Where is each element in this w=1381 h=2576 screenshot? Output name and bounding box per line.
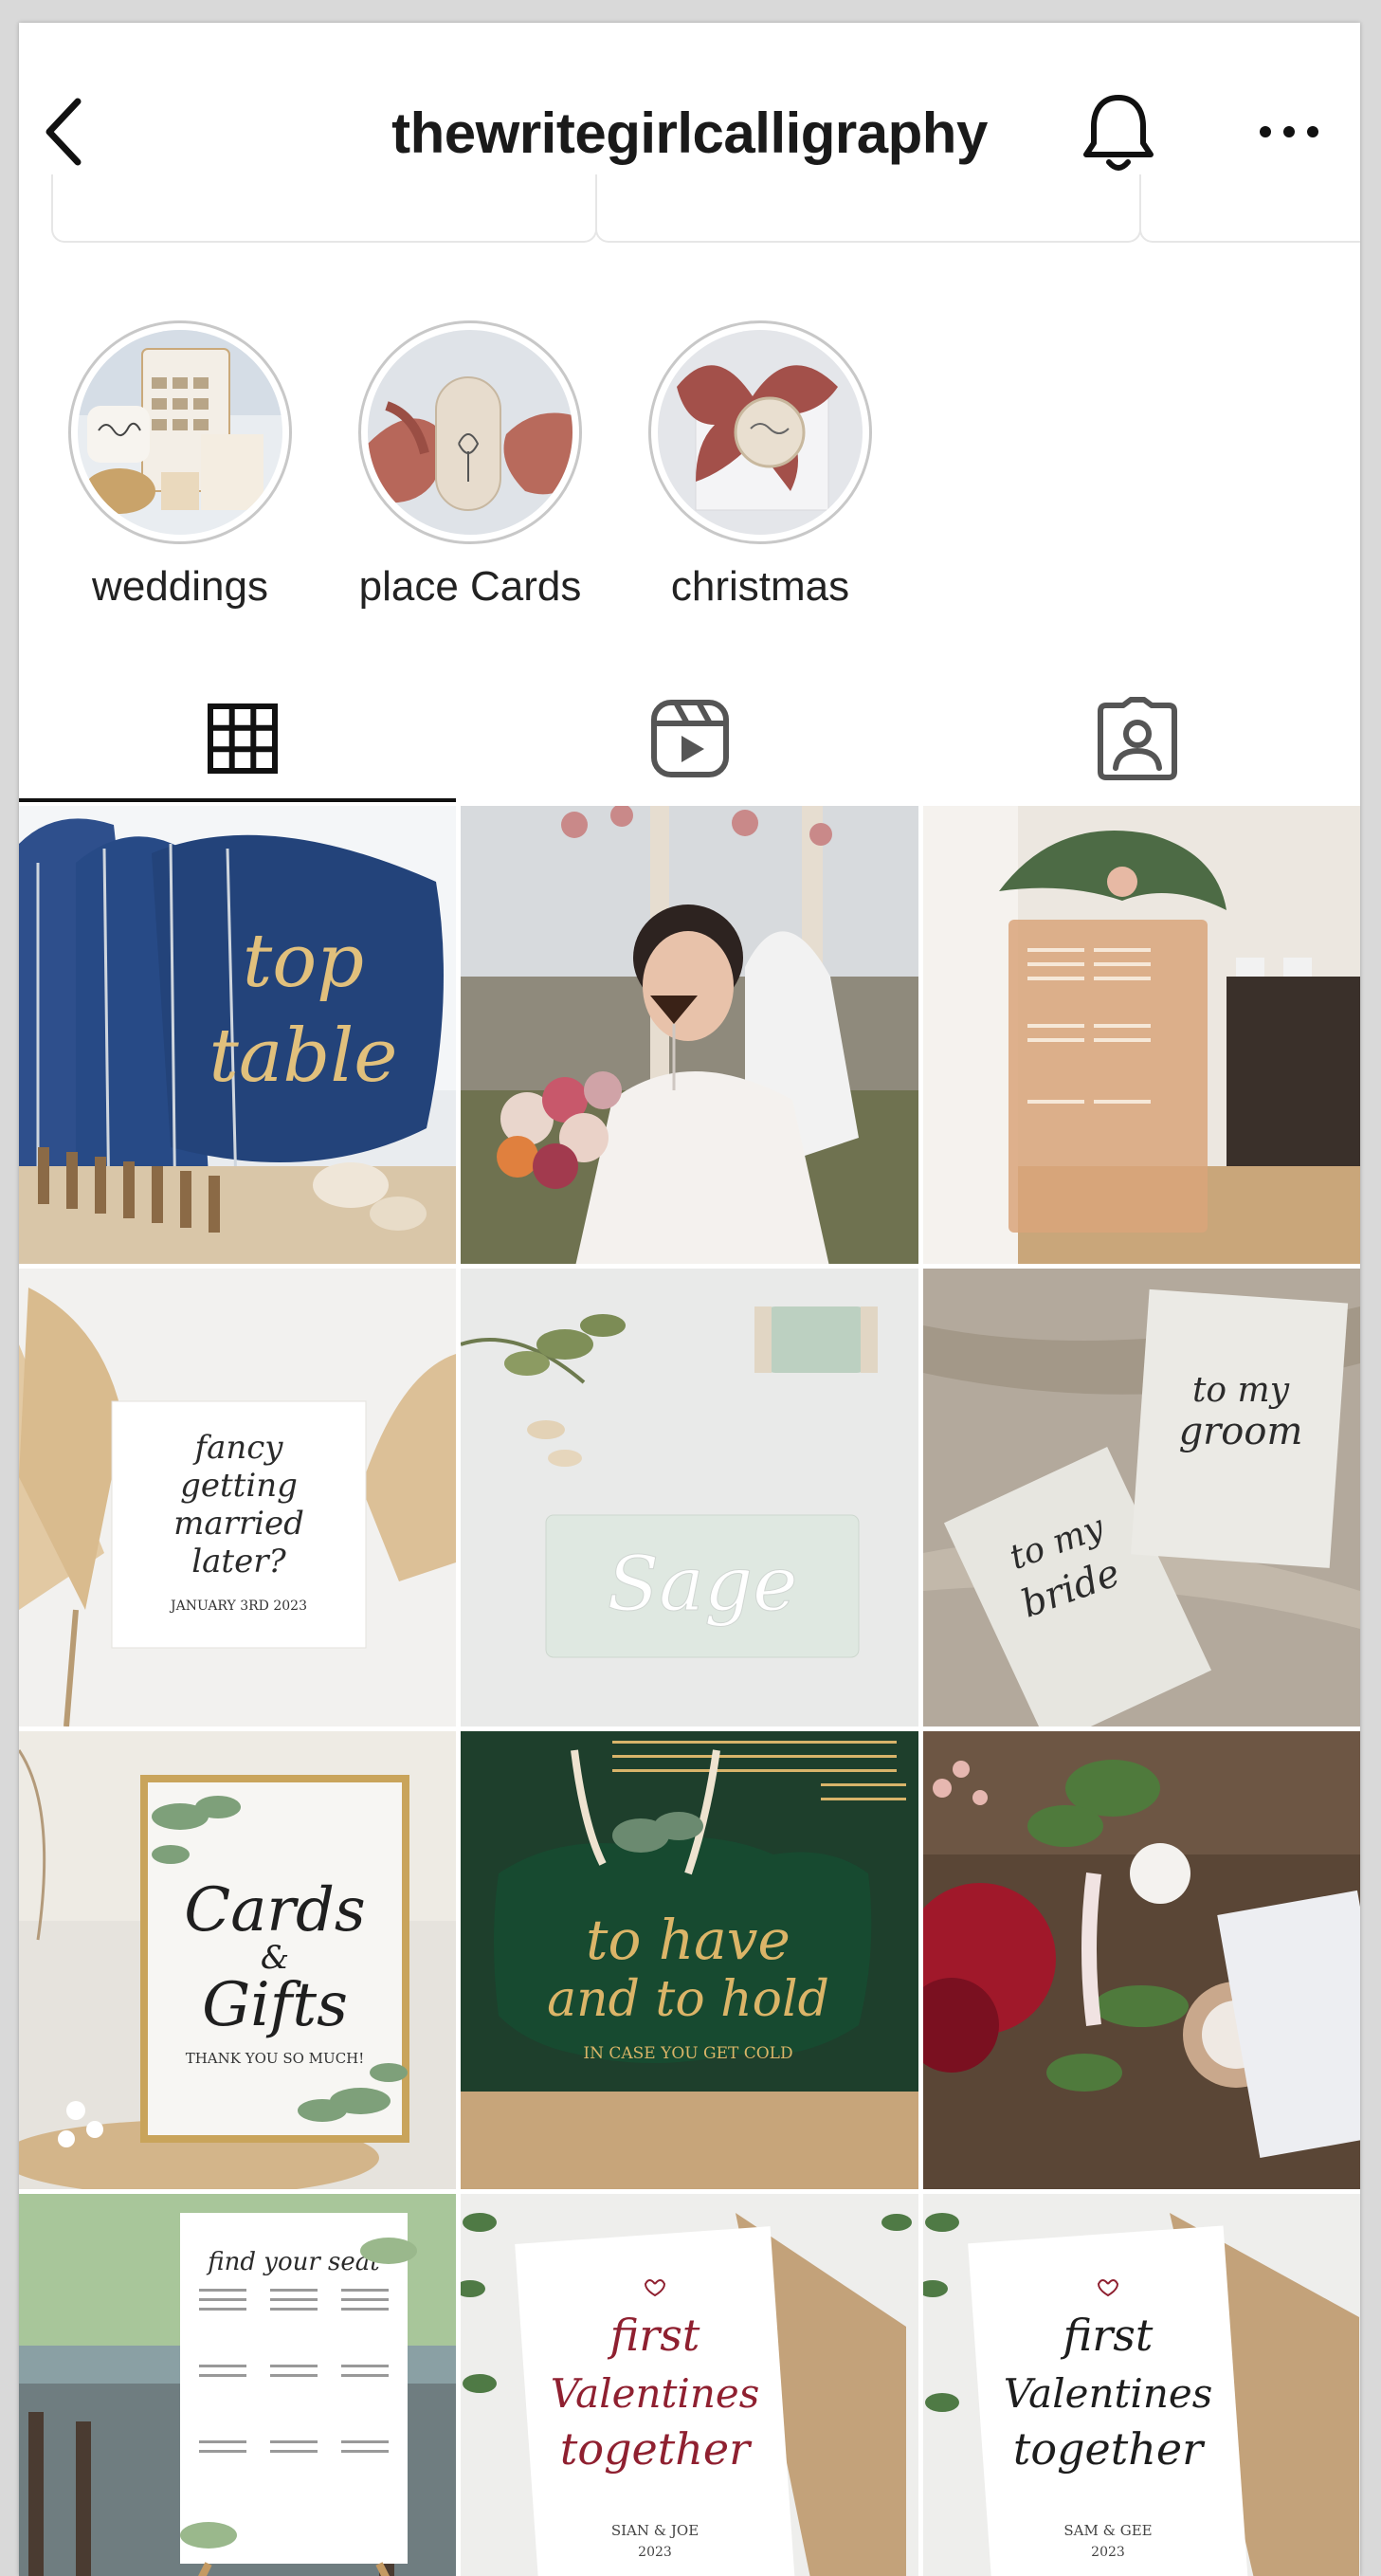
post-text: find your seat [206, 2248, 380, 2276]
tab-posts-grid[interactable] [19, 677, 465, 800]
post-to-my-bride-groom[interactable]: to my bride to my groom [923, 1269, 1360, 1726]
reels-icon [650, 700, 729, 777]
tab-reels[interactable] [466, 677, 913, 800]
post-find-your-seat[interactable]: find your seat [19, 2194, 456, 2576]
post-fancy-getting-married[interactable]: fancy getting married later? JANUARY 3RD… [19, 1269, 456, 1726]
highlight-thumbnail [368, 330, 572, 535]
more-options-button[interactable] [1242, 99, 1336, 165]
post-text: table [209, 1014, 398, 1099]
highlight-label: weddings [92, 563, 268, 610]
tab-tagged[interactable] [914, 677, 1360, 800]
profile-tabs [19, 677, 1360, 800]
highlight-ring [648, 320, 872, 544]
post-text: and to hold [547, 1971, 829, 2028]
post-text: SAM & GEE [1063, 2522, 1152, 2539]
post-first-valentines-black[interactable]: first Valentines together SAM & GEE 2023 [923, 2194, 1360, 2576]
post-text: to have [586, 1908, 790, 1972]
post-sage-place-card[interactable]: Sage [461, 1269, 918, 1726]
post-text: THANK YOU SO MUCH! [186, 2050, 365, 2067]
suggested-card[interactable] [51, 174, 597, 243]
post-cards-and-gifts[interactable]: Cards & Gifts THANK YOU SO MUCH! [19, 1731, 456, 2189]
tagged-icon [1097, 697, 1177, 780]
grid-icon [207, 703, 278, 774]
post-text: 2023 [638, 2545, 672, 2560]
post-text: IN CASE YOU GET COLD [583, 2044, 792, 2063]
post-flowers-ring-box[interactable] [923, 1731, 1360, 2189]
post-text: fancy [191, 1429, 283, 1467]
post-text: JANUARY 3RD 2023 [169, 1599, 307, 1614]
active-tab-indicator [19, 798, 456, 802]
more-horizontal-icon [1260, 126, 1318, 137]
post-text: first [1061, 2310, 1154, 2361]
highlight-christmas[interactable]: christmas [627, 298, 893, 620]
post-text: 2023 [1091, 2545, 1125, 2560]
post-text: getting [180, 1467, 298, 1505]
post-text: to my [1192, 1371, 1290, 1410]
posts-grid: top table fancy getting married later? J… [19, 806, 1360, 2576]
suggested-card[interactable] [595, 174, 1141, 243]
post-bride-espresso[interactable] [461, 806, 918, 1264]
post-text: first [608, 2310, 700, 2361]
profile-screen: thewritegirlcalligraphy weddings place C… [19, 23, 1360, 2576]
post-text: together [560, 2423, 753, 2475]
post-text: top [243, 919, 364, 1004]
post-text: later? [191, 1543, 286, 1580]
post-to-have-and-to-hold[interactable]: to have and to hold IN CASE YOU GET COLD [461, 1731, 918, 2189]
post-text: together [1013, 2423, 1206, 2475]
highlight-ring [68, 320, 292, 544]
story-highlights: weddings place Cards christmas [19, 298, 1360, 620]
highlight-place-cards[interactable]: place Cards [337, 298, 603, 620]
notifications-button[interactable] [1071, 85, 1166, 180]
highlight-thumbnail [658, 330, 863, 535]
highlight-thumbnail [78, 330, 282, 535]
post-top-table[interactable]: top table [19, 806, 456, 1264]
post-text: Valentines [551, 2370, 760, 2417]
post-text: Sage [607, 1540, 797, 1628]
post-first-valentines-burgundy[interactable]: first Valentines together SIAN & JOE 202… [461, 2194, 918, 2576]
post-text: married [173, 1505, 304, 1543]
post-text: Cards [184, 1875, 366, 1946]
suggested-card[interactable] [1139, 174, 1360, 243]
highlight-label: christmas [670, 563, 850, 610]
post-seating-plan-acrylic[interactable] [923, 806, 1360, 1264]
post-text: groom [1179, 1410, 1303, 1453]
post-text: Gifts [202, 1970, 348, 2040]
highlight-weddings[interactable]: weddings [47, 298, 313, 620]
post-text: SIAN & JOE [611, 2522, 699, 2539]
highlight-label: place Cards [358, 563, 582, 610]
bell-icon [1083, 95, 1154, 171]
suggested-cards-strip [19, 174, 1360, 250]
post-text: Valentines [1004, 2370, 1213, 2417]
highlight-ring [358, 320, 582, 544]
